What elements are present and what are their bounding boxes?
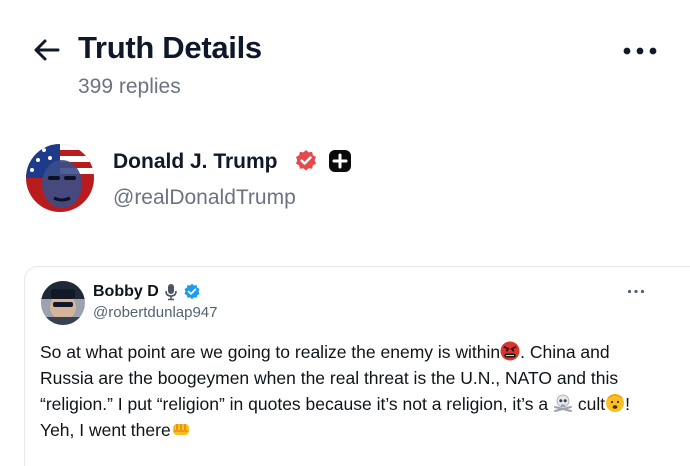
quoted-post-text: So at what point are we going to realize… — [40, 339, 660, 443]
fist-emoji-icon — [172, 424, 189, 435]
skull-crossbones-emoji-icon — [553, 394, 572, 412]
avatar-image — [26, 144, 94, 212]
plus-badge-icon — [329, 150, 351, 172]
verified-badge-icon — [296, 150, 316, 171]
author-avatar[interactable] — [26, 144, 94, 212]
reply-count: 399 replies — [78, 75, 181, 98]
quoted-author-handle[interactable]: @robertdunlap947 — [93, 304, 217, 321]
quoted-author-name[interactable]: Bobby D — [93, 283, 159, 301]
header: Truth Details 399 replies — [0, 0, 690, 110]
more-horizontal-icon — [623, 47, 657, 55]
scared-face-emoji-icon — [606, 394, 625, 412]
quoted-post-more-button[interactable] — [621, 281, 651, 301]
more-options-button[interactable] — [620, 38, 660, 64]
verified-badge-icon — [184, 283, 200, 300]
post-text-segment: cult — [572, 394, 606, 414]
post-author: Donald J. Trump @realDonaldTrump — [24, 140, 664, 220]
angry-face-emoji-icon — [500, 341, 520, 361]
page-title: Truth Details — [78, 30, 262, 65]
post-text-segment: So at what point are we going to realize… — [40, 342, 501, 362]
arrow-left-icon — [34, 39, 60, 61]
more-horizontal-icon — [627, 289, 645, 293]
author-name[interactable]: Donald J. Trump — [113, 150, 278, 174]
avatar-image — [41, 281, 85, 325]
quoted-post-card[interactable]: Bobby D @robertdunlap947 So at what poin… — [24, 266, 690, 466]
quoted-author-name-row: Bobby D — [93, 283, 201, 301]
author-handle[interactable]: @realDonaldTrump — [113, 186, 296, 210]
quoted-author-avatar[interactable] — [41, 281, 85, 325]
microphone-icon — [164, 284, 177, 301]
back-button[interactable] — [30, 34, 62, 66]
author-badges — [294, 149, 352, 173]
